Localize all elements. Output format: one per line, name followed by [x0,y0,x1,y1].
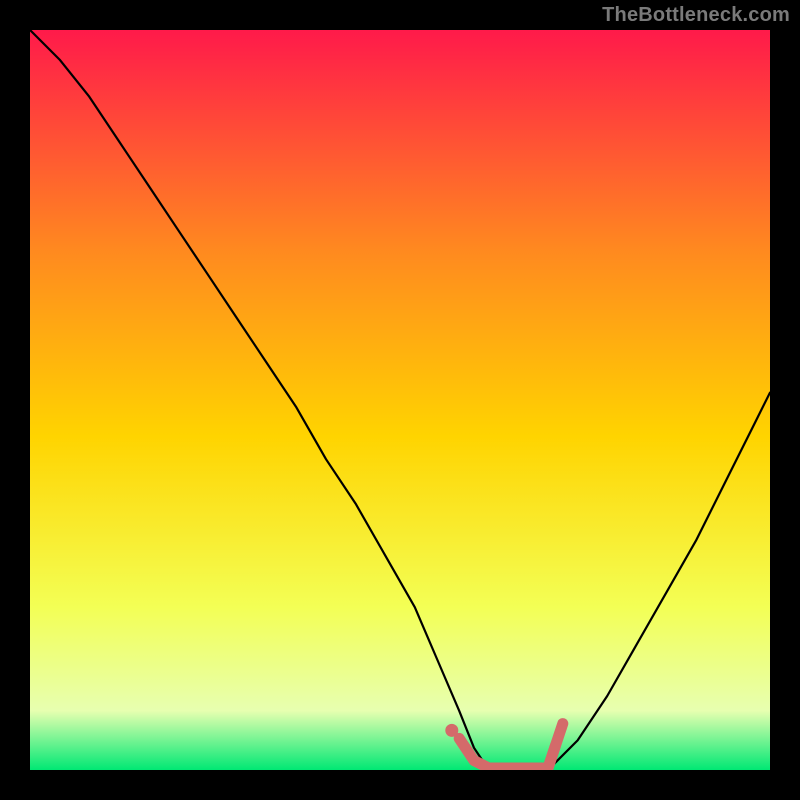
heatmap-background [30,30,770,770]
bottleneck-chart-svg [30,30,770,770]
watermark-text: TheBottleneck.com [602,4,790,27]
plot-area [30,30,770,770]
chart-frame: TheBottleneck.com [0,0,800,800]
optimal-zone-dot-start [445,724,458,737]
